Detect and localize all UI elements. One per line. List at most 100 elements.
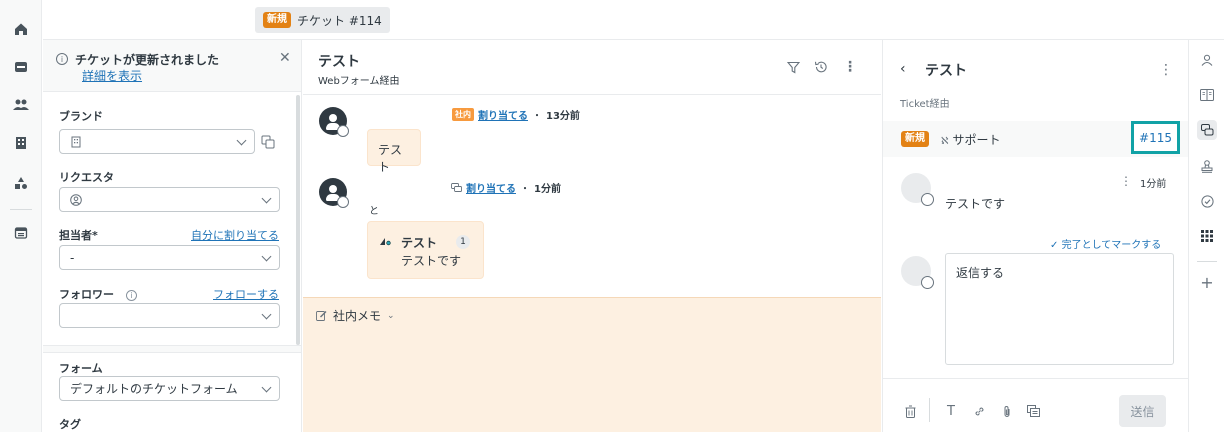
conversation-icon: [451, 182, 462, 193]
users-icon[interactable]: [9, 93, 33, 117]
conversations-icon[interactable]: [1197, 120, 1217, 140]
macro-icon[interactable]: [1025, 403, 1041, 419]
chevron-down-icon: [261, 193, 272, 204]
internal-memo-composer[interactable]: 社内メモ ⌄: [303, 297, 881, 432]
avatar: [319, 107, 349, 137]
assignee-label: 担当者*: [59, 229, 98, 242]
chevron-down-icon: ⌄: [387, 310, 395, 321]
card-title: テスト: [401, 236, 438, 250]
message-card: テスト 1 テストです: [367, 221, 484, 279]
form-select[interactable]: デフォルトのチケットフォーム: [59, 376, 280, 401]
comment-text: テストです: [945, 197, 1006, 211]
text-format-icon[interactable]: T: [943, 403, 959, 419]
chevron-down-icon: [261, 251, 272, 262]
send-button[interactable]: 送信: [1119, 395, 1166, 427]
memo-type-selector[interactable]: 社内メモ ⌄: [316, 307, 395, 324]
stamp-icon[interactable]: [1197, 156, 1217, 176]
brand-label: ブランド: [59, 110, 103, 123]
more-icon[interactable]: ⋮: [1159, 62, 1173, 78]
assignee-select[interactable]: -: [59, 245, 280, 270]
update-notice: i チケットが更新されました 詳細を表示 ✕: [43, 40, 301, 92]
status-badge: 新規: [263, 12, 291, 28]
view-details-link[interactable]: 詳細を表示: [82, 67, 142, 84]
timestamp: 13分前: [546, 111, 580, 122]
back-icon[interactable]: ‹: [900, 61, 906, 77]
info-icon[interactable]: i: [125, 290, 137, 301]
avatar: [901, 173, 934, 206]
brand-select[interactable]: [59, 129, 255, 154]
card-body: テストです: [401, 254, 462, 268]
copy-icon[interactable]: [261, 135, 275, 149]
check-icon: ✓: [1050, 240, 1059, 251]
add-icon[interactable]: +: [1197, 272, 1217, 292]
reply-input[interactable]: 返信する: [945, 253, 1174, 365]
count-badge: 1: [456, 235, 470, 249]
conversation-title: テスト: [318, 54, 360, 70]
attachment-icon[interactable]: [999, 403, 1015, 419]
form-label: フォーム: [59, 362, 103, 375]
followers-label: フォロワー i: [59, 286, 137, 302]
note-icon: [316, 310, 327, 321]
status-badge: 新規: [901, 131, 929, 147]
scrollbar[interactable]: [296, 95, 300, 345]
internal-badge: 社内: [452, 108, 474, 121]
ticket-tab[interactable]: 新規 チケット #114: [255, 7, 390, 33]
zendesk-icon: [380, 236, 392, 246]
notice-title: チケットが更新されました: [75, 53, 220, 67]
mark-complete-link[interactable]: ✓ 完了としてマークする: [1050, 236, 1161, 251]
inbox-icon[interactable]: [9, 55, 33, 79]
assignee-value: -: [70, 250, 75, 265]
avatar: [319, 178, 349, 208]
to-label: と: [369, 206, 379, 217]
organization-icon[interactable]: [9, 131, 33, 155]
close-icon[interactable]: ✕: [279, 50, 291, 66]
conversation-panel: テスト Webフォーム経由 ⋮ 社内 割り当てる ・ 13分前 テスト 割り当て…: [303, 40, 881, 432]
avatar: [901, 256, 934, 289]
context-panel: ‹ テスト ⋮ Ticket経由 新規 ℵ サポート #115 ⋮ 1分前 テスト…: [882, 40, 1188, 432]
more-icon[interactable]: ⋮: [1120, 174, 1132, 188]
mark-complete-label: 完了としてマークする: [1061, 240, 1162, 251]
context-title: テスト: [925, 63, 967, 79]
building-icon: [70, 136, 82, 148]
tags-label: タグ: [59, 418, 81, 431]
rail-divider: [1197, 261, 1217, 262]
info-icon: i: [56, 53, 68, 65]
followers-select[interactable]: [59, 303, 280, 328]
user-profile-icon[interactable]: [1197, 50, 1217, 70]
comment-time: 1分前: [1140, 179, 1167, 190]
right-app-rail: +: [1188, 40, 1224, 432]
history-icon[interactable]: [813, 59, 829, 75]
conversation-subtitle: Webフォーム経由: [318, 76, 400, 87]
apps-grid-icon[interactable]: [1197, 226, 1217, 246]
knowledge-book-icon[interactable]: [1197, 85, 1217, 105]
separator-dot: ・: [520, 184, 530, 195]
shapes-icon[interactable]: [9, 171, 33, 195]
group-label: ℵ サポート: [941, 131, 1000, 148]
chevron-down-icon: [261, 309, 272, 320]
assign-link[interactable]: 割り当てる: [478, 107, 528, 122]
top-bar: 新規 チケット #114: [43, 0, 1224, 40]
assign-link[interactable]: 割り当てる: [466, 180, 516, 195]
requester-label: リクエスタ: [59, 171, 114, 184]
app-window: 新規 チケット #114 i チケットが更新されました 詳細を表示 ✕ ブランド…: [0, 0, 1224, 432]
trash-icon[interactable]: [902, 403, 918, 419]
home-icon[interactable]: [9, 17, 33, 41]
ticket-id-link[interactable]: #115: [1131, 121, 1180, 154]
link-icon[interactable]: [971, 403, 987, 419]
chevron-down-icon: [261, 382, 272, 393]
section-divider: [43, 345, 301, 353]
app-window-icon[interactable]: [9, 221, 33, 245]
chevron-down-icon: [236, 135, 247, 146]
requester-select[interactable]: [59, 187, 280, 212]
group-name: サポート: [952, 133, 1001, 147]
event-line: 社内 割り当てる ・ 13分前: [452, 107, 580, 122]
follow-link[interactable]: フォローする: [213, 286, 279, 302]
event-line: 割り当てる ・ 1分前: [451, 180, 561, 195]
reply-placeholder: 返信する: [956, 266, 1005, 280]
context-subtitle: Ticket経由: [900, 99, 950, 110]
check-circle-icon[interactable]: [1197, 191, 1217, 211]
more-icon[interactable]: ⋮: [842, 59, 858, 75]
composer-toolbar: T 送信: [883, 378, 1188, 432]
filter-icon[interactable]: [785, 59, 801, 75]
assign-to-me-link[interactable]: 自分に割り当てる: [191, 227, 279, 243]
